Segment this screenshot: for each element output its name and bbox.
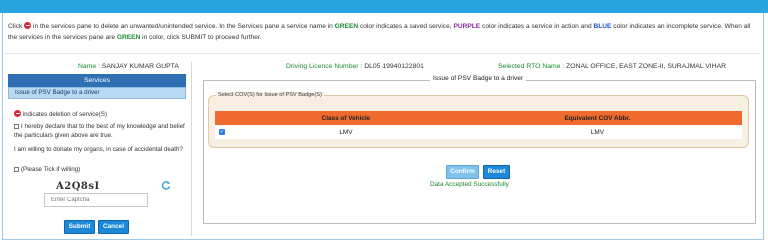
- deletion-note: indicates deletion of service(S): [14, 110, 107, 119]
- organ-donation-checkbox[interactable]: [14, 167, 19, 172]
- delete-service-icon: [24, 22, 32, 29]
- services-header: Services: [8, 74, 186, 87]
- submit-button[interactable]: Submit: [64, 220, 95, 234]
- service-item[interactable]: Issue of PSV Badge to a driver: [8, 87, 186, 99]
- rto-name: Selected RTO Name : ZONAL OFFICE, EAST Z…: [498, 63, 727, 70]
- row-checkbox-cell[interactable]: ✓: [215, 125, 239, 139]
- instructions-text: Click in the services pane to delete an …: [8, 22, 751, 41]
- status-message: Data Accepted Successfully: [430, 181, 509, 188]
- table-row: ✓ LMV LMV: [215, 125, 742, 139]
- applicant-name: Name : SANJAY KUMAR GUPTA: [78, 63, 179, 70]
- reset-button[interactable]: Reset: [483, 165, 510, 179]
- column-header: Class of Vehicle: [239, 111, 453, 125]
- top-banner: [0, 0, 768, 13]
- declaration-checkbox[interactable]: [14, 124, 19, 129]
- organ-donation-option: (Please Tick if willing): [14, 165, 80, 174]
- class-of-vehicle-cell: LMV: [239, 125, 453, 139]
- captcha-input[interactable]: [44, 193, 148, 207]
- cov-table: Class of Vehicle Equivalent COV Abbr. ✓ …: [215, 111, 742, 139]
- delete-icon: [14, 110, 21, 117]
- licence-number: Driving Licence Number : DL05 1994012280…: [286, 63, 424, 70]
- panel-title: Issue of PSV Badge to a driver: [430, 75, 527, 82]
- column-divider: [191, 62, 192, 236]
- confirm-button[interactable]: Confirm: [446, 165, 479, 179]
- cov-abbr-cell: LMV: [452, 125, 742, 139]
- cov-legend: Select COV(S) for Issue of PSV Badge(S): [216, 92, 324, 98]
- declaration: I hereby declare that to the best of my …: [14, 123, 185, 139]
- select-column-header: [215, 111, 239, 125]
- checkbox-checked-icon[interactable]: ✓: [219, 128, 225, 135]
- divider: [4, 53, 760, 54]
- table-header-row: Class of Vehicle Equivalent COV Abbr.: [215, 111, 742, 125]
- captcha-image: A2Q8sI: [56, 181, 100, 192]
- cancel-button[interactable]: Cancel: [98, 220, 129, 234]
- column-header: Equivalent COV Abbr.: [452, 111, 742, 125]
- organ-donation-question: I am willing to donate my organs, in cas…: [14, 146, 183, 153]
- refresh-captcha-icon[interactable]: [161, 180, 171, 190]
